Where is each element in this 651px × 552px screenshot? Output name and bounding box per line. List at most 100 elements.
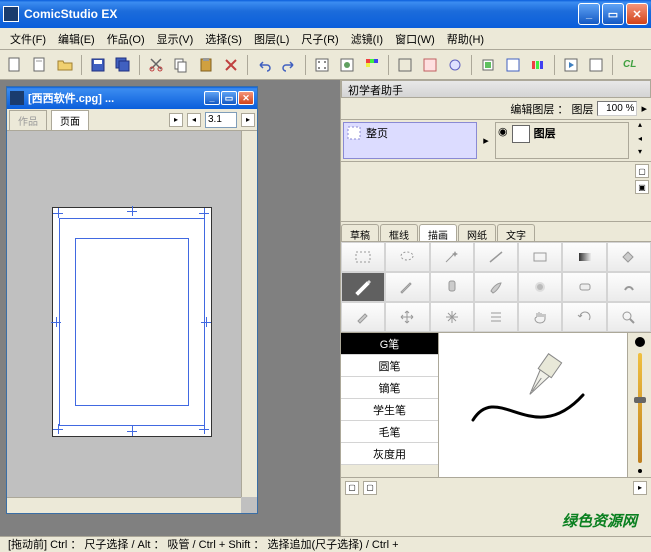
visibility-icon[interactable]: ◉ bbox=[498, 125, 508, 138]
move-tool-icon[interactable] bbox=[385, 302, 429, 332]
eraser-tool-icon[interactable] bbox=[562, 272, 606, 302]
tool-f-icon[interactable] bbox=[527, 54, 549, 76]
clt-icon[interactable]: CL bbox=[618, 54, 641, 76]
brush-kabura[interactable]: 镝笔 bbox=[341, 377, 438, 399]
nav-next-icon[interactable]: ▸ bbox=[241, 113, 255, 127]
menu-layer[interactable]: 图层(L) bbox=[248, 29, 295, 49]
subtab-tone[interactable]: 网纸 bbox=[458, 224, 496, 241]
horizontal-scrollbar[interactable] bbox=[7, 497, 241, 513]
nav-tab-icon[interactable]: ▸ bbox=[169, 113, 183, 127]
palette-icon[interactable] bbox=[361, 54, 383, 76]
minimize-button[interactable]: _ bbox=[578, 3, 600, 25]
pattern2-icon[interactable] bbox=[336, 54, 358, 76]
zoom-input[interactable] bbox=[597, 101, 637, 116]
line-tool-icon[interactable] bbox=[474, 242, 518, 272]
gradient-tool-icon[interactable] bbox=[562, 242, 606, 272]
nav-prev-icon[interactable]: ◂ bbox=[187, 113, 201, 127]
open-icon[interactable] bbox=[54, 54, 76, 76]
fill-tool-icon[interactable] bbox=[607, 242, 651, 272]
vertical-scrollbar[interactable] bbox=[241, 131, 257, 497]
menu-select[interactable]: 选择(S) bbox=[199, 29, 248, 49]
wand-tool-icon[interactable] bbox=[430, 242, 474, 272]
brush-opt1-icon[interactable]: ▢ bbox=[345, 481, 359, 495]
burst-tool-icon[interactable] bbox=[430, 302, 474, 332]
tab-page[interactable]: 页面 bbox=[51, 110, 89, 130]
layer-menu-icon[interactable]: ◂ bbox=[631, 134, 649, 148]
close-button[interactable]: ✕ bbox=[626, 3, 648, 25]
pen-tool-icon[interactable] bbox=[341, 272, 385, 302]
menu-work[interactable]: 作品(O) bbox=[101, 29, 151, 49]
subtab-frame[interactable]: 框线 bbox=[380, 224, 418, 241]
tool-e-icon[interactable] bbox=[502, 54, 524, 76]
tool-b-icon[interactable] bbox=[419, 54, 441, 76]
tool-d-icon[interactable] bbox=[477, 54, 499, 76]
slider-thumb[interactable] bbox=[634, 397, 646, 403]
brush-list: G笔 圆笔 镝笔 学生笔 毛笔 灰度用 bbox=[341, 333, 439, 477]
rotate-tool-icon[interactable] bbox=[562, 302, 606, 332]
canvas-viewport[interactable] bbox=[7, 131, 257, 513]
eyedropper-tool-icon[interactable] bbox=[341, 302, 385, 332]
fullpage-box[interactable]: 整页 bbox=[343, 122, 477, 159]
cut-icon[interactable] bbox=[145, 54, 167, 76]
subtab-draw[interactable]: 描画 bbox=[419, 224, 457, 241]
marquee-tool-icon[interactable] bbox=[341, 242, 385, 272]
menu-help[interactable]: 帮助(H) bbox=[441, 29, 490, 49]
play-icon[interactable] bbox=[560, 54, 582, 76]
menu-filter[interactable]: 滤镜(I) bbox=[345, 29, 389, 49]
new-icon[interactable] bbox=[4, 54, 26, 76]
pencil-tool-icon[interactable] bbox=[385, 272, 429, 302]
menu-view[interactable]: 显示(V) bbox=[151, 29, 200, 49]
layer-next-icon[interactable]: ▸ bbox=[479, 120, 493, 161]
zoom-tool-icon[interactable] bbox=[607, 302, 651, 332]
airbrush-tool-icon[interactable] bbox=[518, 272, 562, 302]
brush-tool-icon[interactable] bbox=[474, 272, 518, 302]
panel-opt1-icon[interactable]: ▢ bbox=[635, 164, 649, 178]
expand-icon[interactable]: ▸ bbox=[641, 102, 647, 115]
tab-work[interactable]: 作品 bbox=[9, 110, 47, 130]
menu-window[interactable]: 窗口(W) bbox=[389, 29, 441, 49]
smudge-tool-icon[interactable] bbox=[607, 272, 651, 302]
align-tool-icon[interactable] bbox=[474, 302, 518, 332]
brush-more-icon[interactable]: ▸ bbox=[633, 481, 647, 495]
marker-tool-icon[interactable] bbox=[430, 272, 474, 302]
tool-a-icon[interactable] bbox=[394, 54, 416, 76]
brush-g[interactable]: G笔 bbox=[341, 333, 438, 355]
size-slider[interactable] bbox=[638, 353, 642, 463]
brush-school[interactable]: 学生笔 bbox=[341, 399, 438, 421]
menu-file[interactable]: 文件(F) bbox=[4, 29, 52, 49]
redo-icon[interactable] bbox=[278, 54, 300, 76]
brush-round[interactable]: 圆笔 bbox=[341, 355, 438, 377]
page-number-input[interactable] bbox=[205, 112, 237, 128]
save-icon[interactable] bbox=[87, 54, 109, 76]
delete-icon[interactable] bbox=[220, 54, 242, 76]
undo-icon[interactable] bbox=[253, 54, 275, 76]
tool-g-icon[interactable] bbox=[585, 54, 607, 76]
rect-tool-icon[interactable] bbox=[518, 242, 562, 272]
layer-up-icon[interactable]: ▴ bbox=[631, 120, 649, 134]
doc-maximize-button[interactable]: ▭ bbox=[221, 91, 237, 105]
layer-down-icon[interactable]: ▾ bbox=[631, 147, 649, 161]
doc-minimize-button[interactable]: _ bbox=[204, 91, 220, 105]
doc-close-button[interactable]: ✕ bbox=[238, 91, 254, 105]
document-titlebar[interactable]: [西西软件.cpg] ... _ ▭ ✕ bbox=[7, 87, 257, 109]
menu-edit[interactable]: 编辑(E) bbox=[52, 29, 101, 49]
window-title: ComicStudio EX bbox=[24, 7, 578, 21]
paste-icon[interactable] bbox=[195, 54, 217, 76]
panel-opt2-icon[interactable]: ▣ bbox=[635, 180, 649, 194]
lasso-tool-icon[interactable] bbox=[385, 242, 429, 272]
save-all-icon[interactable] bbox=[112, 54, 134, 76]
subtab-draft[interactable]: 草稿 bbox=[341, 224, 379, 241]
page-canvas[interactable] bbox=[52, 207, 212, 437]
brush-opt2-icon[interactable]: ▢ bbox=[363, 481, 377, 495]
copy-icon[interactable] bbox=[170, 54, 192, 76]
layer-box[interactable]: ◉ 图层 bbox=[495, 122, 629, 159]
new-page-icon[interactable] bbox=[29, 54, 51, 76]
brush-brush[interactable]: 毛笔 bbox=[341, 421, 438, 443]
pattern1-icon[interactable] bbox=[311, 54, 333, 76]
menu-ruler[interactable]: 尺子(R) bbox=[295, 29, 344, 49]
subtab-text[interactable]: 文字 bbox=[497, 224, 535, 241]
brush-gray[interactable]: 灰度用 bbox=[341, 443, 438, 465]
maximize-button[interactable]: ▭ bbox=[602, 3, 624, 25]
hand-tool-icon[interactable] bbox=[518, 302, 562, 332]
tool-c-icon[interactable] bbox=[444, 54, 466, 76]
